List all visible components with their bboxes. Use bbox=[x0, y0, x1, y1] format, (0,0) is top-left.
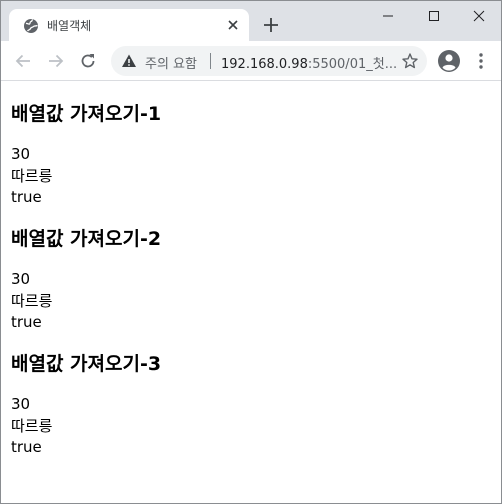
value-line: 따르릉 bbox=[11, 166, 53, 185]
security-status-label[interactable]: 주의 요함 bbox=[145, 53, 197, 72]
tab-close-icon[interactable] bbox=[225, 17, 241, 33]
section-heading: 배열값 가져오기-1 bbox=[11, 103, 162, 125]
profile-avatar-icon[interactable] bbox=[437, 49, 461, 73]
browser-tab[interactable]: 배열객체 bbox=[9, 9, 249, 41]
url-text[interactable]: 192.168.0.98:5500/01_첫... bbox=[221, 53, 397, 72]
reload-icon[interactable] bbox=[78, 51, 98, 71]
tab-strip: 배열객체 bbox=[1, 1, 501, 41]
minimize-button[interactable] bbox=[365, 1, 411, 31]
globe-icon bbox=[24, 18, 38, 33]
browser-window: 배열객체 주의 요함 192.168.0.98:5500/01_첫... 배열값… bbox=[0, 0, 502, 504]
value-line: 30 bbox=[11, 395, 31, 413]
value-line: 30 bbox=[11, 145, 31, 163]
tab-title: 배열객체 bbox=[47, 19, 92, 33]
minimize-icon bbox=[383, 15, 393, 17]
maximize-button[interactable] bbox=[411, 1, 457, 31]
address-bar[interactable]: 주의 요함 192.168.0.98:5500/01_첫... bbox=[111, 46, 427, 76]
array-section-1: 배열값 가져오기-1 30 따르릉 true bbox=[11, 102, 491, 209]
new-tab-plus-icon[interactable] bbox=[261, 15, 281, 35]
section-heading: 배열값 가져오기-3 bbox=[11, 353, 162, 375]
back-arrow-icon[interactable] bbox=[13, 51, 33, 71]
section-heading: 배열값 가져오기-2 bbox=[11, 228, 162, 250]
value-line: true bbox=[11, 438, 42, 456]
value-line: 30 bbox=[11, 270, 31, 288]
page-content: 배열값 가져오기-1 30 따르릉 true 배열값 가져오기-2 30 따르릉… bbox=[1, 82, 501, 503]
omnibox-divider bbox=[210, 53, 211, 69]
array-section-3: 배열값 가져오기-3 30 따르릉 true bbox=[11, 352, 491, 459]
more-menu-icon[interactable] bbox=[471, 51, 491, 71]
close-window-button[interactable] bbox=[456, 1, 501, 31]
value-line: true bbox=[11, 188, 42, 206]
warning-triangle-icon[interactable] bbox=[121, 53, 137, 69]
value-line: 따르릉 bbox=[11, 291, 53, 310]
array-section-2: 배열값 가져오기-2 30 따르릉 true bbox=[11, 227, 491, 334]
browser-toolbar: 주의 요함 192.168.0.98:5500/01_첫... bbox=[1, 41, 501, 81]
value-line: 따르릉 bbox=[11, 416, 53, 435]
url-path: :5500/01_첫... bbox=[307, 57, 398, 72]
url-host: 192.168.0.98 bbox=[221, 57, 308, 72]
value-line: true bbox=[11, 313, 42, 331]
bookmark-star-icon[interactable] bbox=[401, 52, 419, 70]
maximize-icon bbox=[429, 11, 439, 21]
close-icon bbox=[473, 10, 485, 22]
forward-arrow-icon[interactable] bbox=[46, 51, 66, 71]
